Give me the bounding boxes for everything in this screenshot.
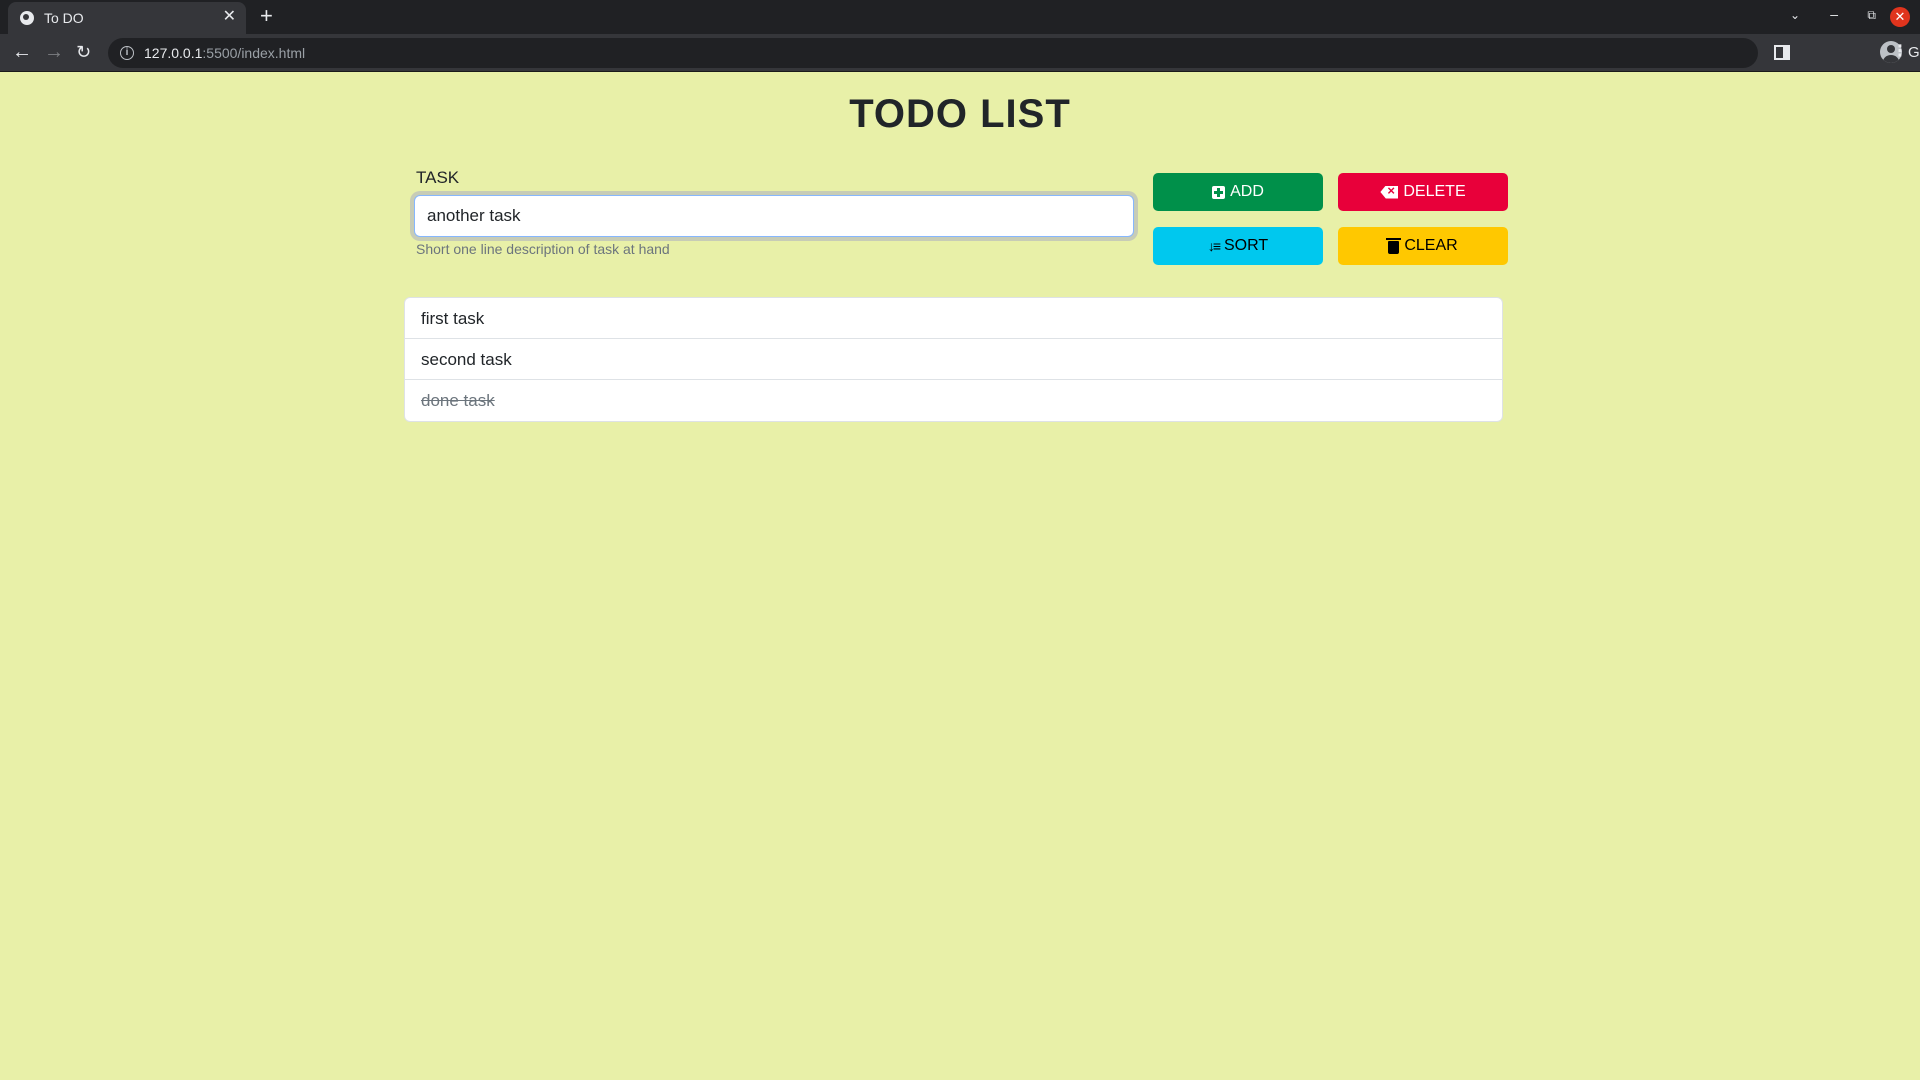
task-label: TASK bbox=[416, 168, 460, 187]
url-path: :5500/index.html bbox=[202, 45, 306, 61]
kebab-menu-icon[interactable]: ⋮ bbox=[1892, 42, 1908, 62]
add-button[interactable]: ADD bbox=[1153, 173, 1323, 211]
tab-strip: To DO ✕ + ⌄ – ⧉ ✕ bbox=[0, 0, 1920, 34]
sort-button[interactable]: ↓≡ SORT bbox=[1153, 227, 1323, 265]
back-arrow-icon[interactable]: ← bbox=[12, 41, 32, 63]
side-panel-icon[interactable] bbox=[1774, 45, 1790, 60]
browser-toolbar: ← → ↻ i 127.0.0.1:5500/index.html Guest … bbox=[0, 34, 1920, 72]
close-icon[interactable]: ✕ bbox=[223, 9, 236, 25]
forward-arrow-icon[interactable]: → bbox=[44, 41, 64, 63]
profile-name: Guest bbox=[1908, 44, 1920, 61]
browser-tab[interactable]: To DO ✕ bbox=[8, 2, 246, 34]
tab-title: To DO bbox=[44, 10, 84, 26]
info-icon[interactable]: i bbox=[120, 46, 134, 60]
task-item[interactable]: second task bbox=[405, 339, 1502, 380]
address-bar[interactable]: i 127.0.0.1:5500/index.html bbox=[108, 38, 1758, 68]
task-input[interactable] bbox=[414, 195, 1134, 237]
reload-icon[interactable]: ↻ bbox=[76, 41, 91, 63]
delete-button-label: DELETE bbox=[1403, 183, 1466, 200]
delete-button[interactable]: DELETE bbox=[1338, 173, 1508, 211]
task-item-done[interactable]: done task bbox=[405, 380, 1502, 421]
task-list: first task second task done task bbox=[404, 297, 1503, 422]
maximize-icon[interactable]: ⧉ bbox=[1867, 8, 1876, 23]
page-title: TODO LIST bbox=[849, 92, 1071, 136]
url-text: 127.0.0.1:5500/index.html bbox=[144, 45, 305, 61]
minimize-icon[interactable]: – bbox=[1830, 6, 1838, 22]
clear-button-label: CLEAR bbox=[1404, 237, 1458, 254]
backspace-icon bbox=[1380, 185, 1399, 199]
url-host: 127.0.0.1 bbox=[144, 45, 203, 61]
chevron-down-icon[interactable]: ⌄ bbox=[1790, 8, 1800, 22]
sort-button-label: SORT bbox=[1224, 237, 1269, 254]
task-help-text: Short one line description of task at ha… bbox=[416, 241, 670, 257]
plus-icon[interactable]: + bbox=[260, 4, 273, 28]
clear-button[interactable]: CLEAR bbox=[1338, 227, 1508, 265]
window-close-icon[interactable]: ✕ bbox=[1890, 7, 1910, 27]
task-item[interactable]: first task bbox=[405, 298, 1502, 339]
sort-icon: ↓≡ bbox=[1207, 238, 1221, 254]
globe-icon bbox=[20, 11, 34, 25]
plus-square-icon bbox=[1212, 185, 1226, 199]
add-button-label: ADD bbox=[1230, 183, 1264, 200]
trash-icon bbox=[1386, 237, 1402, 254]
